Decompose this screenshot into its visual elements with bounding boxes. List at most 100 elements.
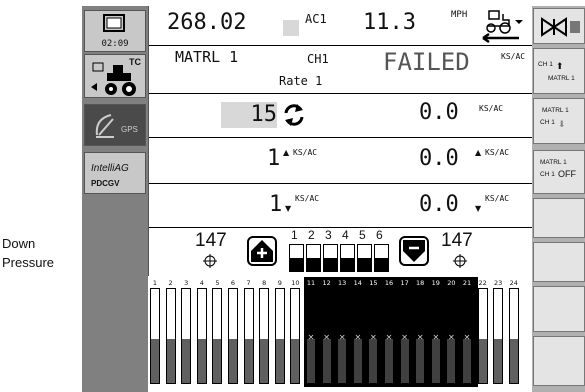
task-controller-button[interactable]: TC	[84, 54, 146, 98]
section-12[interactable]: ✕	[321, 288, 332, 384]
actual-rate-2: 0.0	[419, 146, 459, 171]
section-15[interactable]: ✕	[368, 288, 379, 384]
step-up-row: 1 ▲ KS/AC 0.0 ▲ KS/AC	[149, 138, 533, 184]
header-row: 268.02 AC1 11.3 MPH	[149, 6, 533, 46]
section-22[interactable]	[477, 288, 488, 384]
target-rate-field[interactable]: 15	[221, 102, 277, 128]
section-17[interactable]: ✕	[399, 288, 410, 384]
section-6[interactable]	[228, 288, 238, 384]
clock-time: 02:09	[101, 39, 129, 49]
mph-value: 11.3	[363, 10, 416, 35]
valve-button[interactable]	[533, 8, 585, 44]
channel-off-button[interactable]: MATRL 1 CH 1 OFF	[533, 150, 585, 194]
gauge-bar	[357, 244, 372, 272]
section-18[interactable]: ✕	[415, 288, 426, 384]
gauge-bar	[340, 244, 355, 272]
section-20[interactable]: ✕	[446, 288, 457, 384]
callout-line1: Down	[2, 236, 36, 251]
section-lower	[291, 339, 300, 383]
step-up-value: 1	[267, 146, 281, 171]
section-10[interactable]	[290, 288, 301, 384]
gauge-bar	[289, 244, 304, 272]
section-7[interactable]	[243, 288, 254, 384]
section-off-mark: ✕	[448, 333, 455, 342]
section-lower	[353, 339, 362, 383]
section-3[interactable]	[181, 288, 192, 384]
rb3-line1: MATRL 1	[542, 107, 569, 114]
section-number: 22	[478, 279, 487, 287]
section-lower	[151, 339, 159, 383]
pressure-increase-button[interactable]	[247, 236, 277, 266]
step-down-row: 1 ▼ KS/AC 0.0 ▼ KS/AC	[149, 184, 533, 228]
gauge-fill	[341, 258, 354, 271]
section-21[interactable]: ✕	[462, 288, 472, 384]
step-down-value: 1	[269, 192, 283, 217]
section-lower	[322, 339, 331, 383]
section-number: 8	[262, 279, 267, 287]
rb2-line2: MATRL 1	[548, 75, 575, 82]
section-number: 20	[447, 279, 456, 287]
section-off-mark: ✕	[338, 333, 346, 342]
target-rate-row: 15 0.0 KS/AC	[149, 94, 533, 138]
section-2[interactable]	[165, 288, 176, 384]
gauge-bar	[323, 244, 338, 272]
section-19[interactable]: ✕	[430, 288, 441, 384]
section-off-mark: ✕	[432, 333, 440, 342]
rb2-up-icon: ⬆	[556, 61, 564, 71]
section-number: 7	[246, 279, 251, 287]
section-16[interactable]: ✕	[384, 288, 394, 384]
section-5[interactable]	[212, 288, 223, 384]
gauge-label: 1	[291, 228, 298, 242]
rb3-down-icon: ⬇	[558, 119, 566, 129]
section-number: 24	[509, 279, 518, 287]
step-up-unit: KS/AC	[293, 148, 318, 157]
step-down-unit: KS/AC	[295, 194, 320, 203]
actual-rate-1-unit: KS/AC	[479, 104, 504, 113]
channel-decrease-button[interactable]: MATRL 1 CH 1 ⬇	[533, 98, 585, 144]
section-23[interactable]	[493, 288, 504, 384]
section-24[interactable]	[508, 288, 519, 384]
channel-increase-button[interactable]: CH 1 ⬆ MATRL 1	[533, 48, 585, 94]
section-lower	[275, 339, 284, 383]
section-4[interactable]	[196, 288, 207, 384]
pressure-decrease-button[interactable]	[399, 236, 429, 266]
section-number: 18	[416, 279, 425, 287]
section-number: 23	[494, 279, 503, 287]
ac-label: AC1	[305, 12, 327, 26]
rb4-line3: OFF	[558, 169, 576, 179]
section-number: 9	[277, 279, 282, 287]
section-lower	[431, 339, 440, 383]
section-lower	[463, 339, 471, 383]
material-row: MATRL 1 CH1 FAILED KS/AC Rate 1	[149, 46, 533, 94]
gauge-label: 6	[376, 228, 383, 242]
gauge-bar	[374, 244, 389, 272]
section-14[interactable]: ✕	[352, 288, 363, 384]
intelliag-button[interactable]: IntelliAG PDCGV	[84, 152, 146, 194]
right-button-7[interactable]	[533, 286, 585, 332]
gauge-fill	[324, 258, 337, 271]
actual-rate-3-unit: KS/AC	[485, 194, 510, 203]
section-1[interactable]	[150, 288, 160, 384]
gauge-label: 3	[325, 228, 332, 242]
section-13[interactable]: ✕	[337, 288, 348, 384]
section-11[interactable]: ✕	[306, 288, 316, 384]
right-button-5[interactable]	[533, 198, 585, 238]
gauge-fill	[290, 258, 303, 271]
section-9[interactable]	[274, 288, 285, 384]
right-button-6[interactable]	[533, 242, 585, 282]
section-off-mark: ✕	[416, 333, 424, 342]
up-arrow-icon: ▲	[475, 148, 482, 157]
section-off-mark: ✕	[463, 333, 471, 342]
refresh-icon[interactable]	[281, 102, 307, 128]
gps-label: GPS	[121, 125, 138, 134]
mph-unit: MPH	[451, 10, 468, 20]
ac-swatch	[283, 20, 299, 36]
section-off-mark: ✕	[370, 333, 377, 342]
gps-button[interactable]: GPS	[84, 104, 146, 146]
section-number: 11	[306, 279, 316, 287]
down-pressure-row: 147 123456 147	[149, 228, 533, 274]
home-screen-button[interactable]: 02:09	[84, 10, 146, 52]
section-8[interactable]	[259, 288, 270, 384]
right-button-8[interactable]	[533, 336, 585, 386]
status-failed: FAILED	[383, 48, 470, 76]
